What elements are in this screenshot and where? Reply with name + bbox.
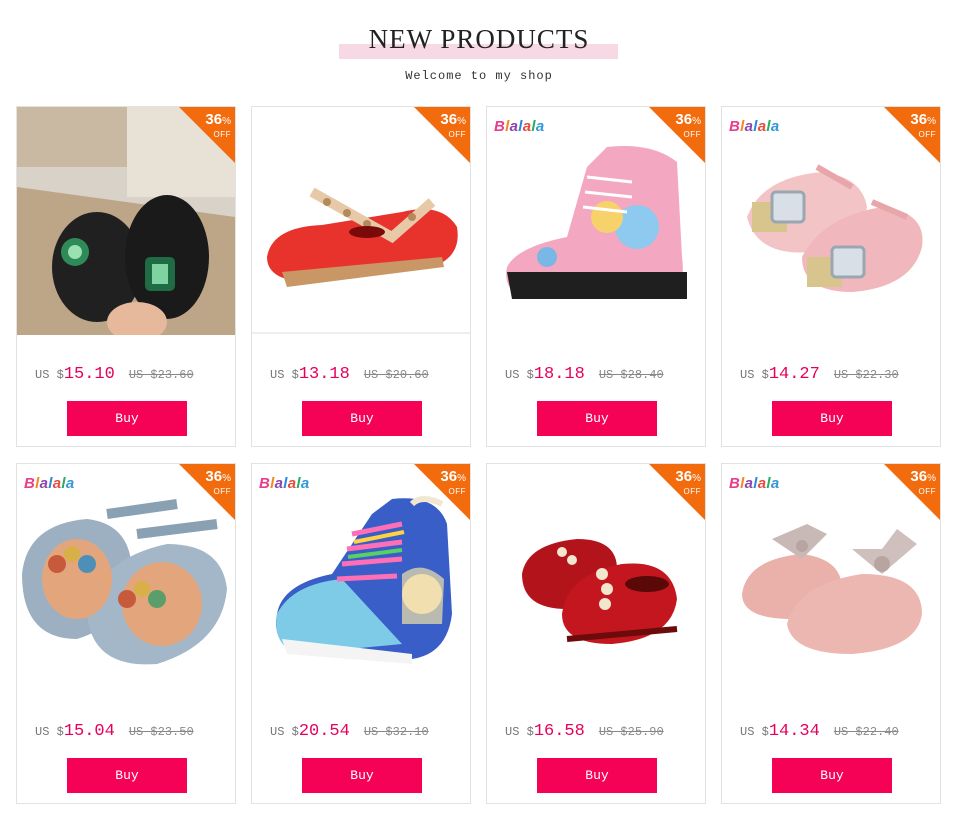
buy-button[interactable]: Buy — [67, 758, 187, 793]
product-card[interactable]: 36% OFF US $15.10 US $23.60 Buy — [16, 106, 236, 447]
discount-off-label: OFF — [918, 130, 936, 139]
currency-label: US $ — [740, 368, 769, 382]
original-price: US $23.60 — [128, 368, 194, 382]
original-price: US $28.40 — [598, 368, 664, 382]
product-card[interactable]: Blalala 36% OFF US $14.27 US $22.30 Buy — [721, 106, 941, 447]
buy-button[interactable]: Buy — [67, 401, 187, 436]
section-title: NEW PRODUCTS — [368, 24, 590, 54]
price-row: US $15.10 US $23.60 — [35, 365, 235, 384]
original-price: US $32.10 — [363, 725, 429, 739]
buy-button[interactable]: Buy — [772, 758, 892, 793]
currency-label: US $ — [35, 725, 64, 739]
sale-price: 14.27 — [768, 365, 820, 384]
discount-badge: 36% OFF — [649, 464, 705, 520]
original-price: US $22.30 — [833, 368, 899, 382]
buy-button[interactable]: Buy — [772, 401, 892, 436]
discount-percent: 36% — [440, 468, 466, 485]
sale-price: 13.18 — [298, 365, 350, 384]
discount-off-label: OFF — [448, 487, 466, 496]
brand-logo: Blalala — [494, 118, 545, 135]
discount-off-label: OFF — [918, 487, 936, 496]
discount-percent: 36% — [675, 468, 701, 485]
original-price: US $25.90 — [598, 725, 664, 739]
buy-button[interactable]: Buy — [537, 758, 657, 793]
sale-price: 15.04 — [63, 722, 115, 741]
discount-badge: 36% OFF — [884, 464, 940, 520]
discount-badge: 36% OFF — [179, 464, 235, 520]
discount-off-label: OFF — [683, 130, 701, 139]
product-card[interactable]: 36% OFF US $13.18 US $20.60 Buy — [251, 106, 471, 447]
discount-percent: 36% — [910, 111, 936, 128]
product-card[interactable]: Blalala 36% OFF US $18.18 US $28.40 Buy — [486, 106, 706, 447]
price-row: US $15.04 US $23.50 — [35, 722, 235, 741]
sale-price: 15.10 — [63, 365, 115, 384]
sale-price: 20.54 — [298, 722, 350, 741]
currency-label: US $ — [35, 368, 64, 382]
price-row: US $20.54 US $32.10 — [270, 722, 470, 741]
currency-label: US $ — [270, 368, 299, 382]
price-row: US $14.34 US $22.40 — [740, 722, 940, 741]
sale-price: 18.18 — [533, 365, 585, 384]
discount-badge: 36% OFF — [414, 464, 470, 520]
currency-label: US $ — [740, 725, 769, 739]
section-subtitle: Welcome to my shop — [405, 69, 553, 83]
buy-button[interactable]: Buy — [302, 401, 422, 436]
discount-off-label: OFF — [448, 130, 466, 139]
currency-label: US $ — [270, 725, 299, 739]
discount-percent: 36% — [910, 468, 936, 485]
discount-badge: 36% OFF — [649, 107, 705, 163]
original-price: US $23.50 — [128, 725, 194, 739]
sale-price: 14.34 — [768, 722, 820, 741]
product-card[interactable]: Blalala 36% OFF US $14.34 US $22.40 Buy — [721, 463, 941, 804]
brand-logo: Blalala — [729, 118, 780, 135]
discount-percent: 36% — [440, 111, 466, 128]
discount-off-label: OFF — [683, 487, 701, 496]
brand-logo: Blalala — [259, 475, 310, 492]
discount-percent: 36% — [205, 468, 231, 485]
price-row: US $16.58 US $25.90 — [505, 722, 705, 741]
discount-percent: 36% — [675, 111, 701, 128]
discount-badge: 36% OFF — [884, 107, 940, 163]
brand-logo: Blalala — [729, 475, 780, 492]
sale-price: 16.58 — [533, 722, 585, 741]
product-grid: 36% OFF US $15.10 US $23.60 Buy 36% OFF … — [16, 106, 942, 806]
discount-badge: 36% OFF — [414, 107, 470, 163]
discount-off-label: OFF — [213, 130, 231, 139]
section-header: NEW PRODUCTS Welcome to my shop — [0, 0, 958, 100]
price-row: US $13.18 US $20.60 — [270, 365, 470, 384]
buy-button[interactable]: Buy — [537, 401, 657, 436]
product-card[interactable]: Blalala 36% OFF US $20.54 US $32.10 Buy — [251, 463, 471, 804]
currency-label: US $ — [505, 368, 534, 382]
product-card[interactable]: 36% OFF US $16.58 US $25.90 Buy — [486, 463, 706, 804]
original-price: US $20.60 — [363, 368, 429, 382]
product-card[interactable]: Blalala 36% OFF US $15.04 US $23.50 Buy — [16, 463, 236, 804]
discount-percent: 36% — [205, 111, 231, 128]
price-row: US $18.18 US $28.40 — [505, 365, 705, 384]
currency-label: US $ — [505, 725, 534, 739]
discount-off-label: OFF — [213, 487, 231, 496]
buy-button[interactable]: Buy — [302, 758, 422, 793]
discount-badge: 36% OFF — [179, 107, 235, 163]
brand-logo: Blalala — [24, 475, 75, 492]
price-row: US $14.27 US $22.30 — [740, 365, 940, 384]
original-price: US $22.40 — [833, 725, 899, 739]
